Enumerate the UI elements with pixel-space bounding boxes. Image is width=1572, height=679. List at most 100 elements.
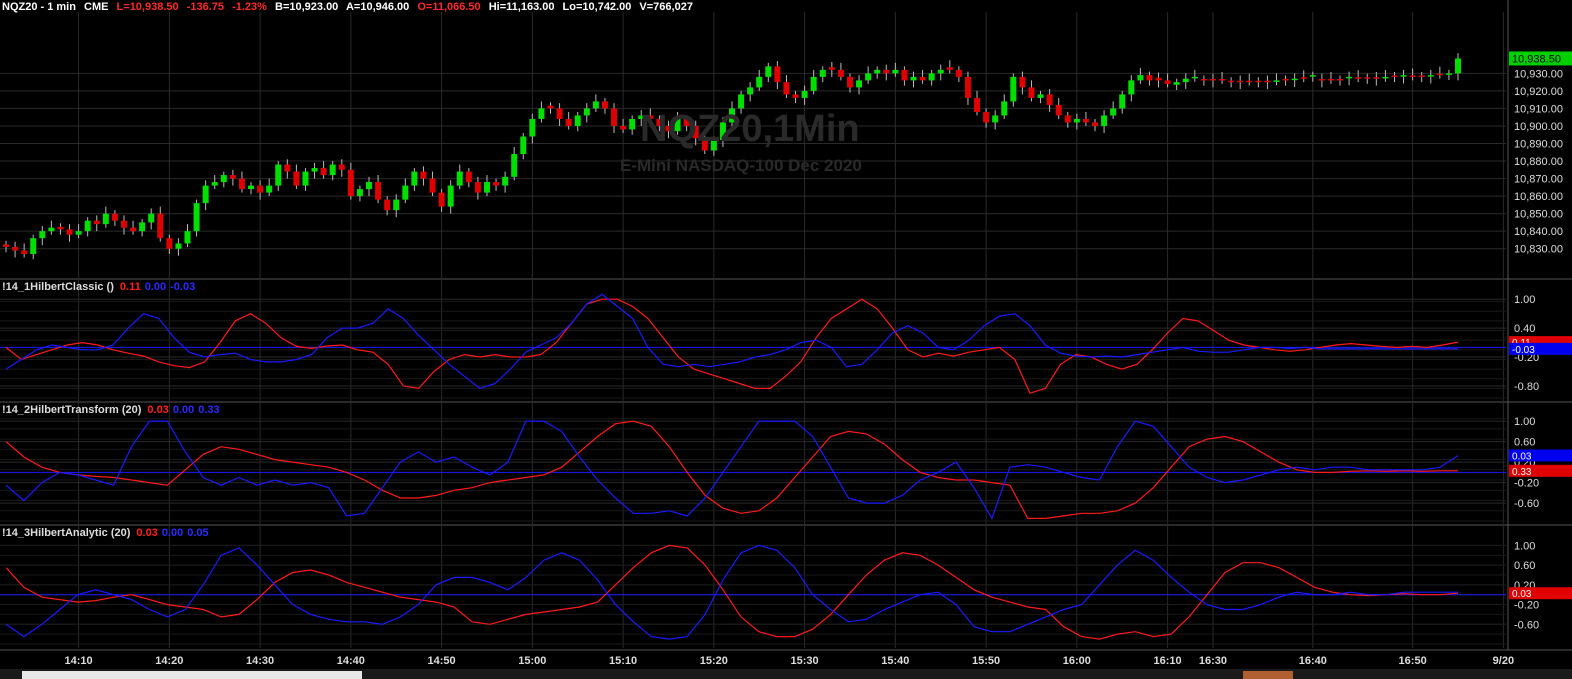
candle-body [1209,78,1216,81]
high-price: Hi=11,163.00 [488,1,555,13]
scrollbar-thumb[interactable] [22,671,362,679]
candle-body [1028,87,1035,98]
candle-body [574,115,581,126]
candle-body [30,238,37,254]
indicator-1-name: !14_1HilbertClassic () [2,281,114,293]
candle-body [629,118,636,130]
candle-body [1255,80,1262,83]
time-tick-label: 15:50 [972,655,1000,667]
price-tick-label: 10,900.00 [1514,121,1563,133]
candle-body [1364,77,1371,79]
time-tick-label: 14:30 [246,655,274,667]
candle-body [1073,118,1080,123]
candle-body [747,87,754,95]
indicator-3-v1: 0.03 [136,527,158,539]
candle-body [12,246,19,251]
symbol-label: NQZ20 - 1 min [2,1,76,13]
candle-body [1291,78,1298,81]
candle-body [438,192,445,207]
candle-body [375,182,382,200]
price-tick-label: 10,830.00 [1514,244,1563,256]
candle-body [1137,75,1144,81]
candle-body [266,185,273,193]
indicator-series-blue [5,544,1458,640]
candle-body [529,118,536,137]
price-tick-label: 10,910.00 [1514,103,1563,115]
candle-body [601,101,608,109]
candle-body [21,250,28,254]
exchange-label: CME [84,1,109,13]
candle-body [1155,77,1162,81]
watermark-symbol: NQZ20,1Min [640,108,860,150]
candle-body [447,185,454,207]
bid-price: B=10,923.00 [275,1,339,13]
candle-body [1427,75,1434,77]
candle-body [1300,77,1307,79]
indicator-1-header: !14_1HilbertClassic () 0.11 0.00 -0.03 [2,281,195,293]
price-tick-label: 10,870.00 [1514,174,1563,186]
price-tick-label: 10,860.00 [1514,191,1563,203]
candle-body [284,164,291,172]
candle-body [139,222,146,232]
candle-body [910,76,917,81]
candle-body [293,171,300,186]
candle-body [502,176,509,186]
time-tick-label: 15:40 [881,655,909,667]
last-price-label: 10,938.50 [1512,53,1561,65]
time-tick-label: 9/20 [1493,655,1514,667]
candle-body [1391,75,1398,77]
candle-body [75,231,82,235]
candle-body [774,66,781,83]
candle-body [810,76,817,91]
candle-body [1228,80,1235,83]
candle-body [3,244,9,247]
time-tick-label: 14:20 [155,655,183,667]
candle-body [184,231,191,244]
candle-body [1037,94,1044,98]
candle-body [1418,75,1425,77]
candle-body [1010,76,1017,102]
price-tick-label: 10,920.00 [1514,86,1563,98]
candle-body [964,76,971,98]
candle-body [1409,75,1416,77]
indicator-2-v2: 0.00 [172,404,195,416]
candle-body [919,76,926,81]
candle-body [39,231,46,239]
time-tick-label: 14:10 [65,655,93,667]
candle-body [193,203,200,232]
time-tick-label: 15:00 [518,655,546,667]
scrollbar-marker [1243,671,1293,679]
time-tick-label: 16:50 [1399,655,1427,667]
candle-body [992,115,999,123]
candle-body [456,171,463,186]
candle-body [338,164,345,170]
candle-body [166,238,173,249]
candle-body [220,175,227,183]
candle-body [1200,78,1207,81]
chart-canvas[interactable]: 14:10 14:20 14:30 14:40 14:50 15:00 15:10 15:20… [0,0,1572,679]
candle-body [955,69,962,77]
candle-body [157,213,164,239]
candle-body [1373,77,1380,79]
candle-body [846,76,853,88]
time-tick-label: 15:10 [609,655,637,667]
candle-body [1355,77,1362,79]
indicator-3-v2: 0.00 [161,527,184,539]
candle-body [120,220,127,228]
indicator-tick-label: -0.20 [1514,478,1539,490]
candle-body [483,182,490,193]
indicator-1-v2: 0.00 [144,281,167,293]
indicator-1-v3: -0.03 [170,281,196,293]
candle-body [1337,78,1344,81]
candle-body [366,182,372,190]
candle-body [865,73,872,81]
candle-body [493,182,500,186]
candle-body [402,185,409,200]
indicator-series-blue [5,293,1458,390]
candle-body [1455,58,1461,74]
candle-body [393,199,400,211]
time-tick-label: 16:30 [1199,655,1227,667]
candle-body [765,66,772,77]
indicator-3-name: !14_3HilbertAnalytic (20) [2,527,131,539]
time-tick-label: 15:30 [791,655,819,667]
